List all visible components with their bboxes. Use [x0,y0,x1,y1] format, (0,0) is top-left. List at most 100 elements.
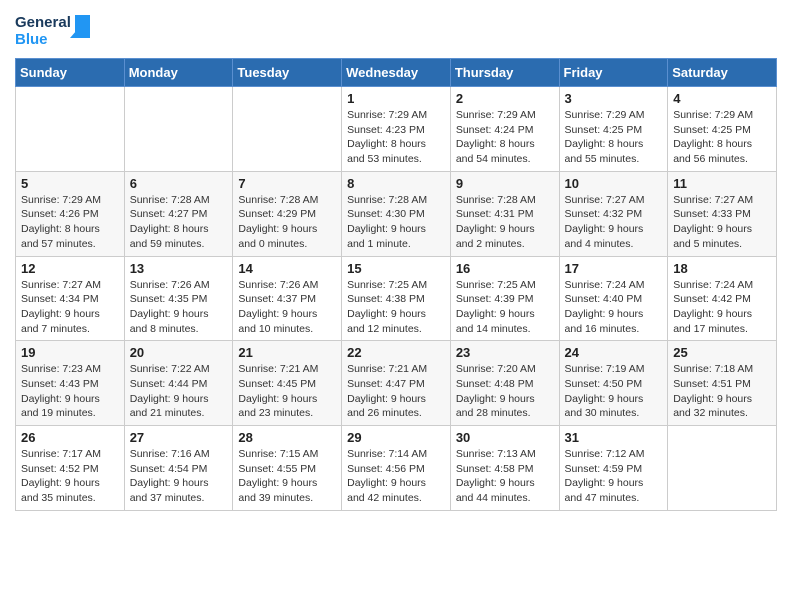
calendar-cell: 5 Sunrise: 7:29 AM Sunset: 4:26 PM Daylig… [16,171,125,256]
day-info: Sunrise: 7:21 AM Sunset: 4:47 PM Dayligh… [347,362,445,421]
day-info: Sunrise: 7:15 AM Sunset: 4:55 PM Dayligh… [238,447,336,506]
day-number: 6 [130,176,228,191]
page-header: GeneralBlue [15,10,777,50]
day-info: Sunrise: 7:26 AM Sunset: 4:35 PM Dayligh… [130,278,228,337]
day-info: Sunrise: 7:20 AM Sunset: 4:48 PM Dayligh… [456,362,554,421]
calendar-cell: 14Sunrise: 7:26 AM Sunset: 4:37 PM Dayli… [233,256,342,341]
day-number: 3 [565,91,663,106]
calendar-cell: 19 Sunrise: 7:23 AM Sunset: 4:43 PM Dayli… [16,341,125,426]
calendar-cell: 18Sunrise: 7:24 AM Sunset: 4:42 PM Dayli… [668,256,777,341]
day-number: 26 [21,430,119,445]
calendar-cell: 13 Sunrise: 7:26 AM Sunset: 4:35 PM Dayli… [124,256,233,341]
day-info: Sunrise: 7:25 AM Sunset: 4:38 PM Dayligh… [347,278,445,337]
calendar-cell: 15 Sunrise: 7:25 AM Sunset: 4:38 PM Dayli… [342,256,451,341]
calendar-cell: 20 Sunrise: 7:22 AM Sunset: 4:44 PM Dayli… [124,341,233,426]
weekday-header-tuesday: Tuesday [233,59,342,87]
calendar-cell: 24 Sunrise: 7:19 AM Sunset: 4:50 PM Dayli… [559,341,668,426]
day-info: Sunrise: 7:13 AM Sunset: 4:58 PM Dayligh… [456,447,554,506]
day-number: 11 [673,176,771,191]
calendar-week-2: 5 Sunrise: 7:29 AM Sunset: 4:26 PM Daylig… [16,171,777,256]
calendar-cell [233,87,342,172]
calendar-table: SundayMondayTuesdayWednesdayThursdayFrid… [15,58,777,511]
weekday-header-sunday: Sunday [16,59,125,87]
day-number: 4 [673,91,771,106]
calendar-week-1: 1Sunrise: 7:29 AM Sunset: 4:23 PM Daylig… [16,87,777,172]
day-info: Sunrise: 7:29 AM Sunset: 4:24 PM Dayligh… [456,108,554,167]
day-number: 22 [347,345,445,360]
calendar-cell: 6Sunrise: 7:28 AM Sunset: 4:27 PM Daylig… [124,171,233,256]
calendar-header: SundayMondayTuesdayWednesdayThursdayFrid… [16,59,777,87]
day-number: 29 [347,430,445,445]
calendar-cell: 10Sunrise: 7:27 AM Sunset: 4:32 PM Dayli… [559,171,668,256]
day-info: Sunrise: 7:28 AM Sunset: 4:29 PM Dayligh… [238,193,336,252]
day-info: Sunrise: 7:29 AM Sunset: 4:23 PM Dayligh… [347,108,445,167]
day-number: 30 [456,430,554,445]
day-info: Sunrise: 7:25 AM Sunset: 4:39 PM Dayligh… [456,278,554,337]
weekday-header-monday: Monday [124,59,233,87]
calendar-cell: 4 Sunrise: 7:29 AM Sunset: 4:25 PM Daylig… [668,87,777,172]
day-info: Sunrise: 7:27 AM Sunset: 4:33 PM Dayligh… [673,193,771,252]
calendar-cell [16,87,125,172]
calendar-cell: 8Sunrise: 7:28 AM Sunset: 4:30 PM Daylig… [342,171,451,256]
calendar-cell [668,426,777,511]
calendar-cell: 29Sunrise: 7:14 AM Sunset: 4:56 PM Dayli… [342,426,451,511]
day-number: 17 [565,261,663,276]
calendar-cell [124,87,233,172]
calendar-cell: 16 Sunrise: 7:25 AM Sunset: 4:39 PM Dayli… [450,256,559,341]
weekday-header-wednesday: Wednesday [342,59,451,87]
calendar-cell: 28 Sunrise: 7:15 AM Sunset: 4:55 PM Dayli… [233,426,342,511]
day-info: Sunrise: 7:18 AM Sunset: 4:51 PM Dayligh… [673,362,771,421]
day-info: Sunrise: 7:12 AM Sunset: 4:59 PM Dayligh… [565,447,663,506]
weekday-header-friday: Friday [559,59,668,87]
day-number: 28 [238,430,336,445]
day-info: Sunrise: 7:28 AM Sunset: 4:31 PM Dayligh… [456,193,554,252]
day-number: 24 [565,345,663,360]
day-number: 16 [456,261,554,276]
calendar-cell: 30 Sunrise: 7:13 AM Sunset: 4:58 PM Dayli… [450,426,559,511]
day-number: 15 [347,261,445,276]
calendar-cell: 2 Sunrise: 7:29 AM Sunset: 4:24 PM Daylig… [450,87,559,172]
day-number: 20 [130,345,228,360]
day-info: Sunrise: 7:29 AM Sunset: 4:26 PM Dayligh… [21,193,119,252]
day-info: Sunrise: 7:17 AM Sunset: 4:52 PM Dayligh… [21,447,119,506]
day-number: 9 [456,176,554,191]
weekday-header-thursday: Thursday [450,59,559,87]
day-info: Sunrise: 7:27 AM Sunset: 4:32 PM Dayligh… [565,193,663,252]
day-number: 7 [238,176,336,191]
day-number: 27 [130,430,228,445]
calendar-cell: 17 Sunrise: 7:24 AM Sunset: 4:40 PM Dayli… [559,256,668,341]
calendar-cell: 21Sunrise: 7:21 AM Sunset: 4:45 PM Dayli… [233,341,342,426]
calendar-cell: 26 Sunrise: 7:17 AM Sunset: 4:52 PM Dayli… [16,426,125,511]
day-info: Sunrise: 7:24 AM Sunset: 4:40 PM Dayligh… [565,278,663,337]
day-info: Sunrise: 7:19 AM Sunset: 4:50 PM Dayligh… [565,362,663,421]
calendar-cell: 31 Sunrise: 7:12 AM Sunset: 4:59 PM Dayli… [559,426,668,511]
calendar-cell: 9 Sunrise: 7:28 AM Sunset: 4:31 PM Daylig… [450,171,559,256]
weekday-header-saturday: Saturday [668,59,777,87]
day-info: Sunrise: 7:26 AM Sunset: 4:37 PM Dayligh… [238,278,336,337]
day-info: Sunrise: 7:21 AM Sunset: 4:45 PM Dayligh… [238,362,336,421]
logo-icon: GeneralBlue [15,10,95,50]
day-info: Sunrise: 7:28 AM Sunset: 4:30 PM Dayligh… [347,193,445,252]
calendar-cell: 25 Sunrise: 7:18 AM Sunset: 4:51 PM Dayli… [668,341,777,426]
day-info: Sunrise: 7:22 AM Sunset: 4:44 PM Dayligh… [130,362,228,421]
day-info: Sunrise: 7:29 AM Sunset: 4:25 PM Dayligh… [673,108,771,167]
day-number: 13 [130,261,228,276]
day-number: 31 [565,430,663,445]
calendar-cell: 27 Sunrise: 7:16 AM Sunset: 4:54 PM Dayli… [124,426,233,511]
day-number: 19 [21,345,119,360]
calendar-cell: 12Sunrise: 7:27 AM Sunset: 4:34 PM Dayli… [16,256,125,341]
day-info: Sunrise: 7:16 AM Sunset: 4:54 PM Dayligh… [130,447,228,506]
day-info: Sunrise: 7:29 AM Sunset: 4:25 PM Dayligh… [565,108,663,167]
day-number: 25 [673,345,771,360]
day-number: 2 [456,91,554,106]
calendar-week-4: 19 Sunrise: 7:23 AM Sunset: 4:43 PM Dayli… [16,341,777,426]
day-number: 23 [456,345,554,360]
calendar-week-3: 12Sunrise: 7:27 AM Sunset: 4:34 PM Dayli… [16,256,777,341]
day-info: Sunrise: 7:23 AM Sunset: 4:43 PM Dayligh… [21,362,119,421]
calendar-cell: 7 Sunrise: 7:28 AM Sunset: 4:29 PM Daylig… [233,171,342,256]
day-number: 5 [21,176,119,191]
calendar-cell: 3 Sunrise: 7:29 AM Sunset: 4:25 PM Daylig… [559,87,668,172]
svg-text:Blue: Blue [15,31,48,48]
day-info: Sunrise: 7:24 AM Sunset: 4:42 PM Dayligh… [673,278,771,337]
day-number: 12 [21,261,119,276]
